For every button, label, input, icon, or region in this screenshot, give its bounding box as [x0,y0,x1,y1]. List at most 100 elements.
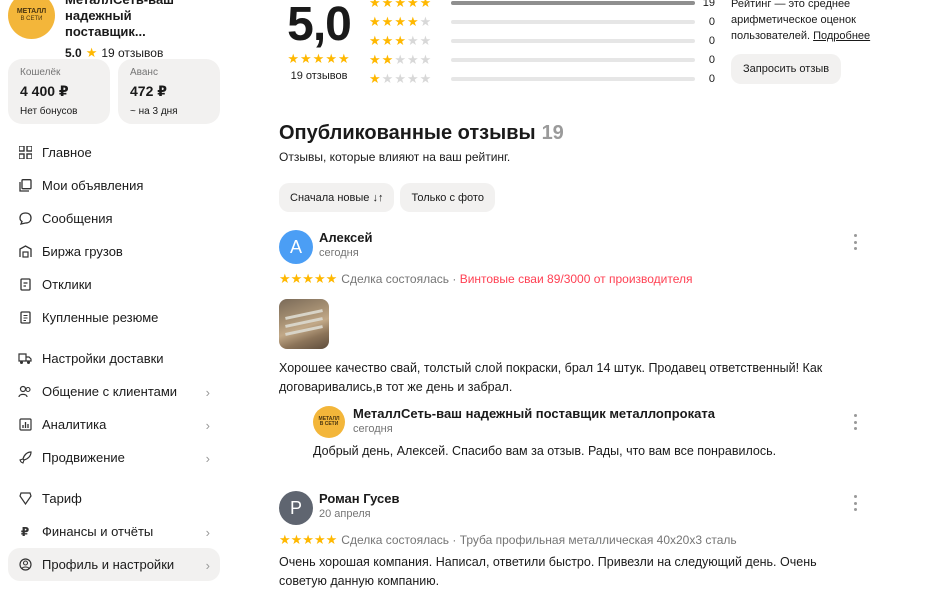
rating-score: 5,0 [287,0,352,51]
review-stars: ★★★★★ [279,271,338,286]
rating-bar-row: ★★★★★ 0 [369,12,719,31]
rating-bar-row: ★★★★★ 19 [369,0,719,12]
rating-bar-row: ★★★★★ 0 [369,50,719,69]
rating-stars: ★★★★★ [287,51,351,66]
review-date: 20 апреля [319,508,371,520]
sidebar-item-label: Мои объявления [42,178,144,193]
rating-bar-row: ★★★★★ 0 [369,31,719,50]
sidebar-item-label: Аналитика [42,417,107,432]
review-stars: ★★★★★ [279,532,338,547]
reviewer-name[interactable]: Алексей [319,230,373,245]
sidebar-item-label: Профиль и настройки [42,557,175,572]
advance-sub: ~ на 3 дня [130,106,178,117]
avatar[interactable]: А [279,230,313,264]
sidebar-item-freight[interactable]: Биржа грузов [8,235,220,268]
bar-count: 0 [708,15,715,28]
deal-status: Сделка состоялась · [341,272,460,286]
reviewer-name[interactable]: Роман Гусев [319,491,400,506]
rating-details-link[interactable]: Подробнее [813,30,870,42]
grid-icon [18,146,32,160]
sidebar-item-profile[interactable]: Профиль и настройки › [8,548,220,581]
advance-card[interactable]: Аванс 472 ₽ ~ на 3 дня [118,59,220,124]
product-link[interactable]: Винтовые сваи 89/3000 от производителя [460,272,693,286]
sort-newest-chip[interactable]: Сначала новые ↓↑ [279,183,395,212]
more-options-icon[interactable] [851,495,859,511]
published-count: 19 [541,122,564,144]
only-photo-chip[interactable]: Только с фото [400,183,495,212]
bar-stars: ★★★★★ [369,70,433,86]
bar-track [451,19,695,24]
bar-fill [451,0,695,5]
shop-name[interactable]: МеталлСеть-ваш надежный поставщик... [65,0,215,40]
bar-track [451,0,695,5]
rating-bar-row: ★★★★★ 0 [369,69,719,88]
product-link[interactable]: Труба профильная металлическая 40х20х3 с… [460,533,737,547]
sidebar-item-finance[interactable]: ₽ Финансы и отчёты › [8,515,220,548]
rating-distribution: ★★★★★ 19 ★★★★★ 0 ★★★★★ 0 ★★★★★ 0 ★★★★★ 0 [369,0,719,88]
sidebar-item-promotion[interactable]: Продвижение › [8,441,220,474]
sidebar-item-ads[interactable]: Мои объявления [8,169,220,202]
sidebar-item-label: Общение с клиентами [42,384,178,399]
people-icon [18,385,32,399]
review-filters: Сначала новые ↓↑ Только с фото [279,183,495,212]
avatar-initial: Р [289,497,302,518]
advance-value: 472 ₽ [130,83,167,99]
more-options-icon[interactable] [851,234,859,250]
sidebar-item-responses[interactable]: Отклики [8,268,220,301]
response-icon [18,278,32,292]
shop-header[interactable]: МЕТАЛЛ В СЕТИ МеталлСеть-ваш надежный по… [8,0,215,61]
reply-date: сегодня [353,423,393,435]
bar-count: 0 [708,53,715,66]
wallets: Кошелёк 4 400 ₽ Нет бонусов Аванс 472 ₽ … [8,59,220,124]
published-title-text: Опубликованные отзывы [279,122,536,144]
review-photo[interactable] [279,299,329,349]
sidebar-item-resumes[interactable]: Купленные резюме [8,301,220,334]
sidebar-item-tariff[interactable]: Тариф [8,482,220,515]
sidebar-item-main[interactable]: Главное [8,136,220,169]
bar-count: 19 [702,0,715,9]
tariff-icon [18,492,32,506]
delivery-icon [18,352,32,366]
avatar[interactable]: Р [279,491,313,525]
bar-stars: ★★★★★ [369,51,433,67]
sidebar-item-label: Настройки доставки [42,351,164,366]
rating-note: Рейтинг — это среднее арифметическое оце… [731,0,896,44]
sidebar-item-clients[interactable]: Общение с клиентами › [8,375,220,408]
shop-logo-text-top: МЕТАЛЛ [16,8,47,16]
wallet-card[interactable]: Кошелёк 4 400 ₽ Нет бонусов [8,59,110,124]
resume-icon [18,311,32,325]
shop-logo-text-bottom: В СЕТИ [319,421,339,427]
sidebar-item-analytics[interactable]: Аналитика › [8,408,220,441]
sidebar-nav: Главное Мои объявления Сообщения Биржа г… [8,136,220,581]
sidebar-item-messages[interactable]: Сообщения [8,202,220,235]
shop-rating-value: 5.0 [65,46,82,60]
avatar-initial: А [289,236,302,257]
shop-logo-text-bottom: В СЕТИ [20,16,43,23]
truck-icon [18,245,32,259]
sidebar-item-label: Главное [42,145,92,160]
shop-reviews-count: 19 отзывов [101,46,164,60]
review-meta: ★★★★★ Сделка состоялась · Винтовые сваи 8… [279,271,693,287]
more-options-icon[interactable] [851,414,859,430]
sidebar-item-label: Купленные резюме [42,310,159,325]
sidebar-item-delivery[interactable]: Настройки доставки [8,342,220,375]
review-text: Очень хорошая компания. Написал, ответил… [279,555,817,588]
chevron-right-icon: › [205,418,210,433]
bar-count: 0 [708,72,715,85]
copy-icon [18,179,32,193]
sidebar: МЕТАЛЛ В СЕТИ МеталлСеть-ваш надежный по… [0,0,228,600]
chat-icon [18,212,32,226]
chevron-right-icon: › [205,451,210,466]
bar-count: 0 [708,34,715,47]
bar-track [451,38,695,43]
wallet-value: 4 400 ₽ [20,83,69,99]
request-review-button[interactable]: Запросить отзыв [731,54,842,84]
published-subtitle: Отзывы, которые влияют на ваш рейтинг. [279,150,511,164]
rocket-icon [18,451,32,465]
shop-logo: МЕТАЛЛ В СЕТИ [313,406,345,438]
review-text: Хорошее качество свай, толстый слой покр… [279,361,823,394]
bar-stars: ★★★★★ [369,32,433,48]
bar-stars: ★★★★★ [369,13,433,29]
chevron-right-icon: › [205,385,210,400]
sidebar-item-label: Сообщения [42,211,113,226]
